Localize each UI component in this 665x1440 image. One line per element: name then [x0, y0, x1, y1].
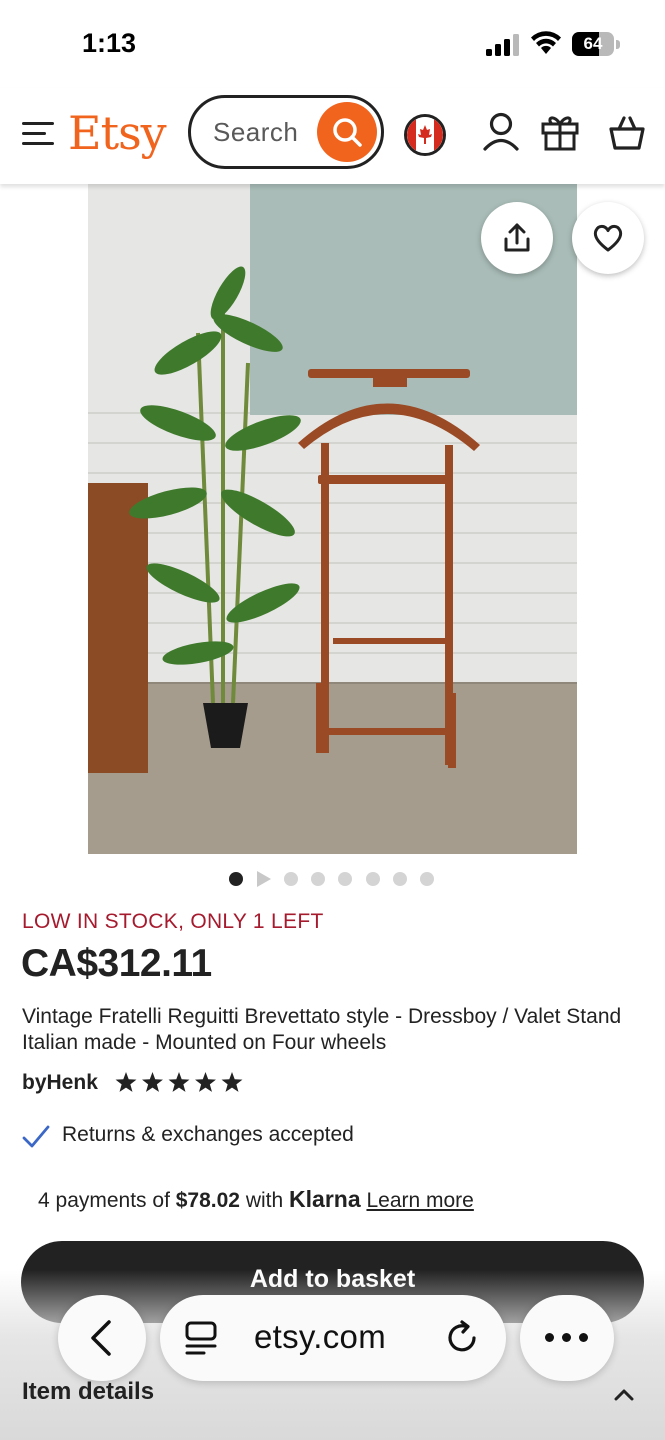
site-header: Etsy Search — [0, 88, 665, 184]
stock-notice: LOW IN STOCK, ONLY 1 LEFT — [22, 910, 324, 933]
chevron-left-icon — [91, 1320, 111, 1356]
carousel-dot[interactable] — [365, 872, 380, 886]
checkmark-icon — [22, 1125, 50, 1148]
search-input[interactable]: Search — [188, 95, 384, 169]
basket-icon[interactable] — [608, 114, 646, 152]
more-dot — [579, 1333, 588, 1342]
item-details-heading[interactable]: Item details — [22, 1378, 154, 1406]
carousel-dot[interactable] — [392, 872, 407, 886]
heart-icon — [593, 224, 623, 252]
cellular-signal-icon — [486, 34, 519, 56]
share-icon — [504, 223, 530, 252]
product-price: CA$312.11 — [21, 942, 212, 985]
etsy-logo[interactable]: Etsy — [68, 106, 167, 160]
status-time: 1:13 — [82, 28, 137, 58]
status-bar: 1:13 64 — [0, 0, 665, 88]
klarna-installments: 4 payments of $78.02 with Klarna Learn m… — [38, 1186, 474, 1213]
search-placeholder: Search — [213, 117, 299, 147]
url-text: etsy.com — [254, 1318, 386, 1355]
page-menu-icon — [185, 1321, 217, 1355]
browser-address-bar[interactable]: etsy.com — [160, 1295, 506, 1381]
returns-policy: Returns & exchanges accepted — [62, 1123, 354, 1146]
more-dot — [562, 1333, 571, 1342]
star-icon — [221, 1072, 243, 1092]
product-title: Vintage Fratelli Reguitti Brevettato sty… — [22, 1005, 622, 1054]
product-image[interactable] — [88, 183, 577, 854]
favorite-button[interactable] — [572, 202, 644, 274]
klarna-with: with — [245, 1189, 284, 1212]
browser-more-button[interactable] — [520, 1295, 614, 1381]
share-button[interactable] — [481, 202, 553, 274]
browser-back-button[interactable] — [58, 1295, 146, 1381]
klarna-amount: $78.02 — [175, 1189, 240, 1212]
user-icon[interactable] — [482, 112, 520, 152]
wifi-icon — [531, 31, 561, 54]
menu-icon[interactable] — [22, 120, 54, 146]
shop-name-text: Henk — [46, 1071, 98, 1094]
star-icon — [115, 1072, 137, 1092]
more-dot — [545, 1333, 554, 1342]
search-icon — [333, 118, 362, 147]
chevron-up-icon[interactable] — [612, 1384, 636, 1404]
klarna-brand: Klarna — [289, 1186, 361, 1212]
star-icon — [168, 1072, 190, 1092]
carousel-dot[interactable] — [283, 872, 298, 886]
gift-icon[interactable] — [540, 112, 580, 152]
klarna-learn-more-link[interactable]: Learn more — [366, 1189, 473, 1212]
carousel-video-indicator[interactable] — [257, 871, 272, 887]
battery-percent: 64 — [583, 34, 603, 53]
search-button[interactable] — [317, 102, 377, 162]
shop-prefix: by — [22, 1071, 47, 1094]
reload-icon[interactable] — [444, 1319, 480, 1355]
battery-icon: 64 — [572, 32, 620, 56]
star-icon — [142, 1072, 163, 1092]
shop-name[interactable]: byHenk — [22, 1071, 98, 1095]
canada-flag-icon[interactable] — [404, 114, 446, 156]
carousel-dot[interactable] — [229, 872, 243, 886]
klarna-prefix: 4 payments of — [38, 1189, 170, 1212]
carousel-dot[interactable] — [420, 872, 435, 886]
star-icon — [195, 1072, 216, 1092]
carousel-dot[interactable] — [310, 872, 325, 886]
rating-stars — [115, 1072, 243, 1092]
carousel-dot[interactable] — [338, 872, 353, 886]
image-carousel-dots — [0, 871, 665, 887]
